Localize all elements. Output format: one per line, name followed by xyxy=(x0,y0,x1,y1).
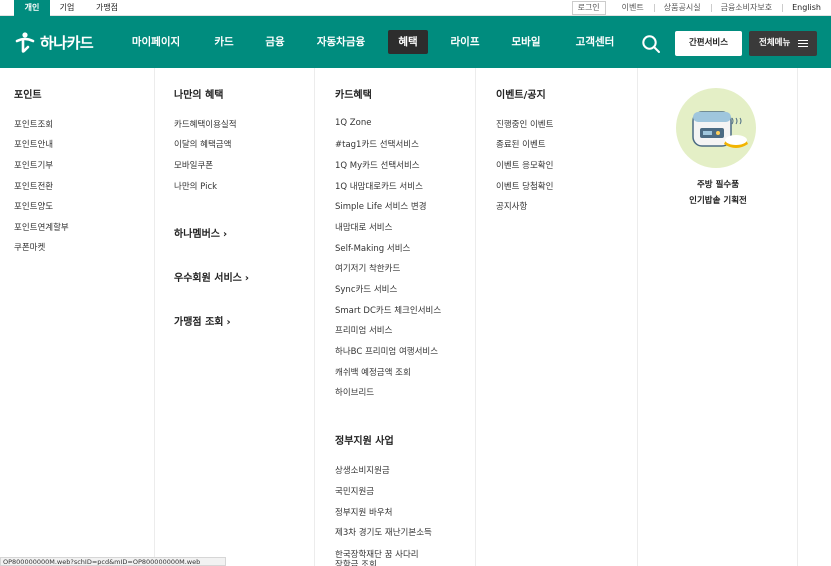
segment-personal[interactable]: 개인 xyxy=(14,0,50,16)
menu-item-point-donate[interactable]: 포인트기부 xyxy=(14,159,53,171)
menu-item-sync-card[interactable]: Sync카드 서비스 xyxy=(335,283,397,295)
consumer-protection-link[interactable]: 금융소비자보호 xyxy=(710,0,783,16)
subhead-vip-service[interactable]: 우수회원 서비스 › xyxy=(174,269,249,284)
gov-support-title: 정부지원 사업 xyxy=(335,436,394,447)
menu-item-monthly-benefit[interactable]: 이달의 혜택금액 xyxy=(174,138,231,150)
nav-finance[interactable]: 금융 xyxy=(256,30,294,54)
menu-item-ongoing-events[interactable]: 진행중인 이벤트 xyxy=(496,118,553,130)
logo-symbol-icon xyxy=(15,32,35,53)
menu-item-benefit-usage[interactable]: 카드혜택이용실적 xyxy=(174,118,237,130)
menu-item-1q-mymind[interactable]: 1Q 내맘대로카드 서비스 xyxy=(335,180,423,192)
menu-item-hybrid[interactable]: 하이브리드 xyxy=(335,386,374,398)
quick-service-button[interactable]: 간편서비스 xyxy=(675,31,742,56)
menu-item-tag1-select[interactable]: #tag1카드 선택서비스 xyxy=(335,138,419,150)
hana-card-logo[interactable]: 하나카드 xyxy=(14,30,94,54)
menu-item-point-inquiry[interactable]: 포인트조회 xyxy=(14,118,53,130)
nav-mypage[interactable]: 마이페이지 xyxy=(124,30,188,54)
all-menu-label: 전체메뉴 xyxy=(759,38,791,48)
column-points: 포인트 포인트조회 포인트안내 포인트기부 포인트전환 포인트양도 포인트연계할… xyxy=(0,68,155,566)
nav-benefits[interactable]: 혜택 xyxy=(388,30,428,54)
menu-item-point-convert[interactable]: 포인트전환 xyxy=(14,180,53,192)
promo-line2[interactable]: 인기밥솥 기획전 xyxy=(638,194,798,206)
menu-item-gov-gyeonggi[interactable]: 제3차 경기도 재난기본소득 xyxy=(335,526,432,538)
utility-links: 로그인 이벤트 상품공시실 금융소비자보호 English xyxy=(571,0,831,16)
menu-item-gov-coexist[interactable]: 상생소비지원금 xyxy=(335,464,390,476)
column-events: 이벤트/공지 진행중인 이벤트 종료된 이벤트 이벤트 응모확인 이벤트 당첨확… xyxy=(476,68,638,566)
menu-item-gov-voucher[interactable]: 정부지원 바우처 xyxy=(335,506,392,518)
menu-item-notices[interactable]: 공지사항 xyxy=(496,200,527,212)
column-my-benefits: 나만의 혜택 카드혜택이용실적 이달의 혜택금액 모바일쿠폰 나만의 Pick … xyxy=(155,68,315,566)
subhead-merchant-search[interactable]: 가맹점 조회 › xyxy=(174,313,231,328)
product-disclosure-link[interactable]: 상품공시실 xyxy=(653,0,711,16)
menu-item-smart-dc[interactable]: Smart DC카드 체크인서비스 xyxy=(335,304,441,316)
menu-item-simple-life[interactable]: Simple Life 서비스 변경 xyxy=(335,200,427,212)
chevron-right-icon: › xyxy=(223,229,228,240)
promo-line1[interactable]: 주방 필수품 xyxy=(638,178,798,190)
nav-customer-center[interactable]: 고객센터 xyxy=(564,30,626,54)
menu-item-point-transfer[interactable]: 포인트양도 xyxy=(14,200,53,212)
top-utility-bar: 개인 기업 가맹점 로그인 이벤트 상품공시실 금융소비자보호 English xyxy=(0,0,831,16)
menu-item-winner-check[interactable]: 이벤트 당첨확인 xyxy=(496,180,553,192)
menu-item-mymind-service[interactable]: 내맘대로 서비스 xyxy=(335,221,392,233)
menu-item-good-card[interactable]: 여기저기 착한카드 xyxy=(335,262,400,274)
menu-item-coupon-market[interactable]: 쿠폰마켓 xyxy=(14,241,45,253)
hamburger-icon xyxy=(798,40,808,47)
chevron-right-icon: › xyxy=(244,273,250,284)
menu-item-cashback[interactable]: 캐쉬백 예정금액 조회 xyxy=(335,366,411,378)
nav-auto-finance[interactable]: 자동차금융 xyxy=(308,30,374,54)
logo-text: 하나카드 xyxy=(40,33,94,52)
my-benefits-title: 나만의 혜택 xyxy=(174,90,224,101)
subhead-hana-members-label: 하나멤버스 xyxy=(174,229,220,240)
search-icon[interactable] xyxy=(641,34,661,54)
segment-business[interactable]: 기업 xyxy=(50,0,84,16)
menu-item-gov-national[interactable]: 국민지원금 xyxy=(335,485,374,497)
menu-item-point-installment[interactable]: 포인트연계할부 xyxy=(14,221,69,233)
column-card-benefits: 카드혜택 1Q Zone #tag1카드 선택서비스 1Q My카드 선택서비스… xyxy=(315,68,476,566)
english-link[interactable]: English xyxy=(782,0,831,16)
menu-item-premium[interactable]: 프리미엄 서비스 xyxy=(335,324,392,336)
menu-item-mobile-coupon[interactable]: 모바일쿠폰 xyxy=(174,159,213,171)
events-title: 이벤트/공지 xyxy=(496,90,546,101)
login-link[interactable]: 로그인 xyxy=(571,1,606,15)
subhead-vip-service-label: 우수회원 서비스 xyxy=(174,273,242,284)
menu-item-gov-scholarship-inquiry[interactable]: 장학금 조회 xyxy=(335,558,377,566)
segment-merchant[interactable]: 가맹점 xyxy=(84,0,130,16)
menu-item-point-guide[interactable]: 포인트안내 xyxy=(14,138,53,150)
menu-item-self-making[interactable]: Self-Making 서비스 xyxy=(335,242,410,254)
nav-card[interactable]: 카드 xyxy=(204,30,244,54)
menu-item-hanabc-travel[interactable]: 하나BC 프리미엄 여행서비스 xyxy=(335,345,438,357)
menu-item-ended-events[interactable]: 종료된 이벤트 xyxy=(496,138,546,150)
chevron-right-icon: › xyxy=(226,317,231,328)
column-promo: 주방 필수품 인기밥솥 기획전 xyxy=(638,68,798,566)
menu-item-entry-check[interactable]: 이벤트 응모확인 xyxy=(496,159,553,171)
promo-image[interactable] xyxy=(676,88,756,168)
main-header: 하나카드 마이페이지 카드 금융 자동차금융 혜택 라이프 모바일 고객센터 간… xyxy=(0,16,831,68)
nav-life[interactable]: 라이프 xyxy=(442,30,488,54)
nav-mobile[interactable]: 모바일 xyxy=(502,30,550,54)
all-menu-button[interactable]: 전체메뉴 xyxy=(749,31,817,56)
browser-status-url: OP800000000M.web?schID=pcd&mID=OP8000000… xyxy=(0,557,226,566)
mega-menu: 포인트 포인트조회 포인트안내 포인트기부 포인트전환 포인트양도 포인트연계할… xyxy=(0,68,831,566)
menu-item-1q-zone[interactable]: 1Q Zone xyxy=(335,118,371,128)
menu-item-1q-my-select[interactable]: 1Q My카드 선택서비스 xyxy=(335,159,420,171)
event-link[interactable]: 이벤트 xyxy=(612,0,654,16)
points-title: 포인트 xyxy=(14,90,42,101)
rice-cooker-icon xyxy=(692,111,748,148)
card-benefits-title: 카드혜택 xyxy=(335,90,372,101)
menu-item-my-pick[interactable]: 나만의 Pick xyxy=(174,180,217,192)
subhead-hana-members[interactable]: 하나멤버스 › xyxy=(174,225,227,240)
subhead-merchant-search-label: 가맹점 조회 xyxy=(174,317,224,328)
